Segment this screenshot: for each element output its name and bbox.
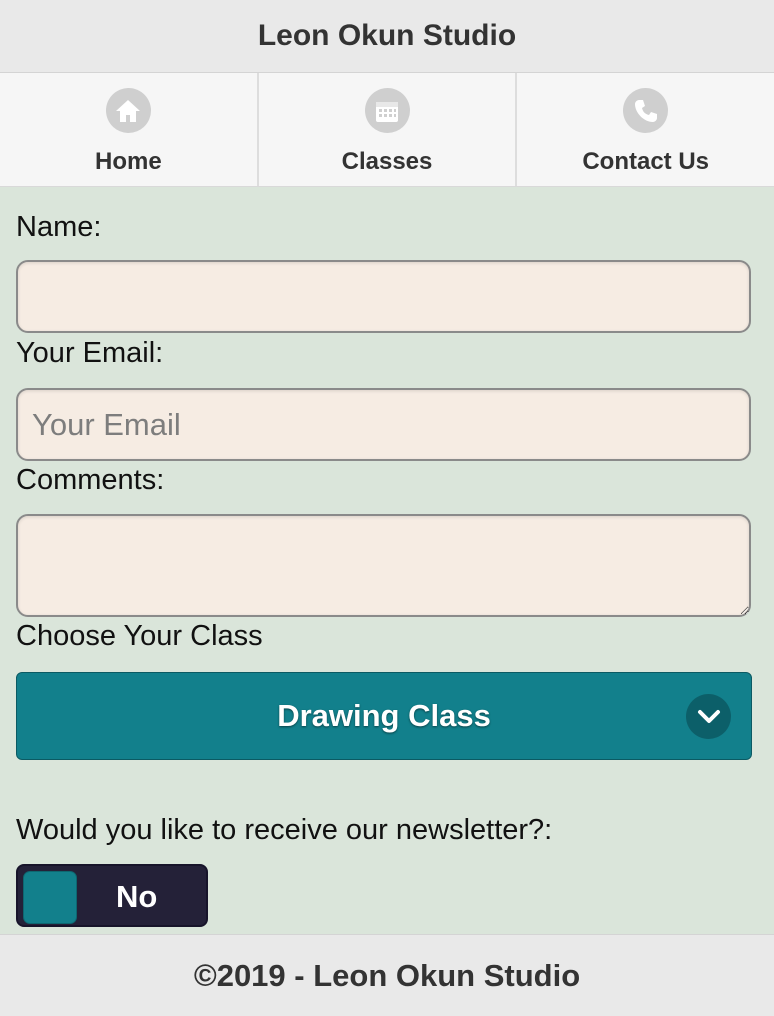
nav-label-contact: Contact Us [582,148,710,175]
app-footer: ©2019 - Leon Okun Studio [0,934,774,1016]
nav-item-home[interactable]: Home [0,73,259,186]
footer-copyright: ©2019 - Leon Okun Studio [193,957,581,993]
email-input[interactable] [16,388,751,461]
email-label: Your Email: [16,337,164,369]
phone-icon [623,88,669,133]
toggle-handle[interactable] [23,871,77,924]
nav-bar: Home Classes Contact Us [0,73,774,187]
class-label: Choose Your Class [16,620,263,652]
nav-label-classes: Classes [341,148,433,175]
newsletter-label: Would you like to receive our newsletter… [16,814,553,846]
comments-label: Comments: [16,464,165,496]
app-header: Leon Okun Studio [0,0,774,73]
class-select[interactable]: Drawing Class [16,672,752,760]
toggle-value: No [116,879,158,914]
comments-textarea[interactable] [16,514,751,617]
nav-item-contact[interactable]: Contact Us [517,73,774,186]
page-title: Leon Okun Studio [257,19,517,52]
calendar-icon [364,88,410,133]
name-input[interactable] [16,260,751,333]
chevron-down-icon [686,694,731,739]
name-label: Name: [16,211,102,243]
class-select-value: Drawing Class [277,698,491,733]
nav-label-home: Home [94,148,162,175]
nav-item-classes[interactable]: Classes [259,73,518,186]
newsletter-toggle[interactable]: No [16,864,208,927]
home-icon [105,88,151,133]
